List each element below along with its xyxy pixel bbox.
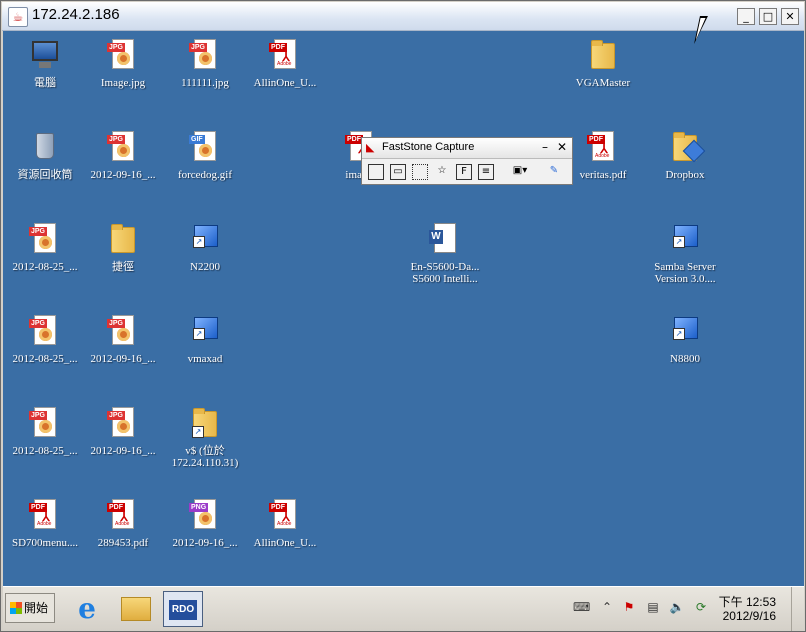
desktop-icon-vmaxad[interactable]: ↗ vmaxad [165, 309, 245, 365]
capture-scrolling-icon[interactable]: ≡ [478, 164, 494, 180]
show-desktop-button[interactable] [791, 587, 804, 631]
window-title: 172.24.2.186 [32, 6, 120, 23]
pdf-file-icon: PDF ⅄ Adobe [28, 497, 62, 535]
pdf-file-icon: PDF ⅄ Adobe [268, 37, 302, 75]
remote-desktop-window: ☕ 172.24.2.186 _ □ ✕ 電腦 JPG Image.jpg JP… [0, 0, 806, 632]
capture-freehand-icon[interactable]: ☆ [434, 164, 450, 180]
rdo-icon: RDO [169, 600, 197, 620]
file-explorer-button[interactable] [115, 591, 155, 627]
capture-rectangle-icon[interactable] [412, 164, 428, 180]
desktop-icon-sd700menu-pdf[interactable]: PDF ⅄ Adobe SD700menu.... [5, 493, 85, 549]
desktop-icon-2012-09-16-png[interactable]: PNG 2012-09-16_... [165, 493, 245, 549]
desktop-icon-shortcut-folder[interactable]: 捷徑 [83, 217, 163, 273]
desktop-icon-vgamaster[interactable]: VGAMaster [563, 33, 643, 89]
faststone-logo-icon: ◣ [366, 141, 375, 154]
jpg-file-icon: JPG [28, 313, 62, 351]
recycle-bin-icon [28, 129, 62, 167]
desktop-icon-forcedog-gif[interactable]: GIF forcedog.gif [165, 125, 245, 181]
desktop-icon-289453-pdf[interactable]: PDF ⅄ Adobe 289453.pdf [83, 493, 163, 549]
desktop-icon-network-share[interactable]: ↗ v$ (位於 172.24.110.31) [165, 401, 245, 469]
close-button[interactable]: ✕ [781, 8, 799, 25]
clock-time[interactable]: 下午 12:53 [719, 593, 776, 610]
desktop: 電腦 JPG Image.jpg JPG 111111.jpg PDF ⅄ Adob… [3, 31, 804, 586]
faststone-title-bar[interactable]: ◣ FastStone Capture – ✕ [362, 138, 572, 159]
taskbar: 開始 e RDO ⌨ ⌃ ⚑ ▤ 🔈 ⟳ 下午 12:53 2012/9/16 [3, 586, 804, 631]
png-file-icon: PNG [188, 497, 222, 535]
desktop-icon-dropbox[interactable]: Dropbox [645, 125, 725, 181]
desktop-icon-2012-09-16-jpg-2[interactable]: JPG 2012-09-16_... [83, 309, 163, 365]
internet-explorer-icon[interactable]: e [67, 591, 107, 627]
capture-fullscreen-icon[interactable]: F [456, 164, 472, 180]
desktop-icon-n2200[interactable]: ↗ N2200 [165, 217, 245, 273]
desktop-icon-2012-08-25-jpg[interactable]: JPG 2012-08-25_... [5, 217, 85, 273]
desktop-icon-veritas-pdf[interactable]: PDF ⅄ Adobe veritas.pdf [563, 125, 643, 181]
faststone-minimize-button[interactable]: – [538, 140, 552, 154]
title-bar[interactable]: ☕ 172.24.2.186 _ □ ✕ [2, 2, 804, 31]
folder-icon [586, 37, 620, 75]
desktop-icon-2012-08-25-jpg-3[interactable]: JPG 2012-08-25_... [5, 401, 85, 457]
desktop-icon-image-jpg[interactable]: JPG Image.jpg [83, 33, 163, 89]
desktop-icon-recycle-bin[interactable]: 資源回收筒 [5, 125, 85, 181]
folder-icon [106, 221, 140, 259]
network-icon[interactable]: ▤ [645, 599, 661, 615]
jpg-file-icon: JPG [188, 37, 222, 75]
pdf-file-icon: PDF ⅄ Adobe [268, 497, 302, 535]
faststone-close-button[interactable]: ✕ [555, 140, 569, 154]
desktop-icon-allinone-pdf[interactable]: PDF ⅄ Adobe AllinOne_U... [245, 33, 325, 89]
pdf-file-icon: PDF ⅄ Adobe [586, 129, 620, 167]
rdo-taskbar-button[interactable]: RDO [163, 591, 203, 627]
settings-icon[interactable]: ✎ [546, 164, 562, 180]
application-shortcut-icon: ↗ [668, 221, 702, 259]
capture-object-icon[interactable]: ▭ [390, 164, 406, 180]
show-hidden-icons-chevron-icon[interactable]: ⌃ [599, 599, 615, 615]
application-shortcut-icon: ↗ [668, 313, 702, 351]
pdf-file-icon: PDF ⅄ Adobe [106, 497, 140, 535]
gif-file-icon: GIF [188, 129, 222, 167]
start-button[interactable]: 開始 [5, 593, 55, 623]
desktop-icon-computer[interactable]: 電腦 [5, 33, 85, 89]
desktop-icon-samba-server[interactable]: ↗ Samba Server Version 3.0.... [645, 217, 725, 285]
capture-window-icon[interactable] [368, 164, 384, 180]
jpg-file-icon: JPG [106, 405, 140, 443]
jpg-file-icon: JPG [28, 405, 62, 443]
jpg-file-icon: JPG [106, 129, 140, 167]
minimize-button[interactable]: _ [737, 8, 755, 25]
application-shortcut-icon: ↗ [188, 221, 222, 259]
jpg-file-icon: JPG [106, 313, 140, 351]
faststone-title: FastStone Capture [382, 141, 475, 153]
keyboard-icon[interactable]: ⌨ [573, 599, 590, 615]
action-center-icon[interactable]: ⚑ [621, 599, 637, 615]
jpg-file-icon: JPG [28, 221, 62, 259]
clock-date[interactable]: 2012/9/16 [723, 609, 776, 623]
faststone-capture-toolbar[interactable]: ◣ FastStone Capture – ✕ ▭ ☆ F ≡ ▣▾ ✎ [361, 137, 573, 185]
java-icon: ☕ [8, 7, 28, 27]
output-options-icon[interactable]: ▣▾ [508, 164, 532, 180]
windows-logo-icon [10, 602, 22, 614]
desktop-icon-en-s5600-doc[interactable]: En-S5600-Da... S5600 Intelli... [405, 217, 485, 285]
update-icon[interactable]: ⟳ [693, 599, 709, 615]
application-shortcut-icon: ↗ [188, 313, 222, 351]
dropbox-folder-icon [668, 129, 706, 167]
network-folder-icon: ↗ [188, 405, 222, 443]
jpg-file-icon: JPG [106, 37, 140, 75]
volume-icon[interactable]: 🔈 [669, 599, 685, 615]
desktop-icon-2012-09-16-jpg[interactable]: JPG 2012-09-16_... [83, 125, 163, 181]
desktop-icon-2012-08-25-jpg-2[interactable]: JPG 2012-08-25_... [5, 309, 85, 365]
word-document-icon [428, 221, 462, 259]
desktop-icon-n8800[interactable]: ↗ N8800 [645, 309, 725, 365]
maximize-button[interactable]: □ [759, 8, 777, 25]
desktop-icon-111111-jpg[interactable]: JPG 111111.jpg [165, 33, 245, 89]
desktop-icon-2012-09-16-jpg-3[interactable]: JPG 2012-09-16_... [83, 401, 163, 457]
desktop-icon-allinone-pdf-2[interactable]: PDF ⅄ Adobe AllinOne_U... [245, 493, 325, 549]
file-explorer-icon [121, 597, 151, 621]
computer-icon [28, 37, 62, 75]
